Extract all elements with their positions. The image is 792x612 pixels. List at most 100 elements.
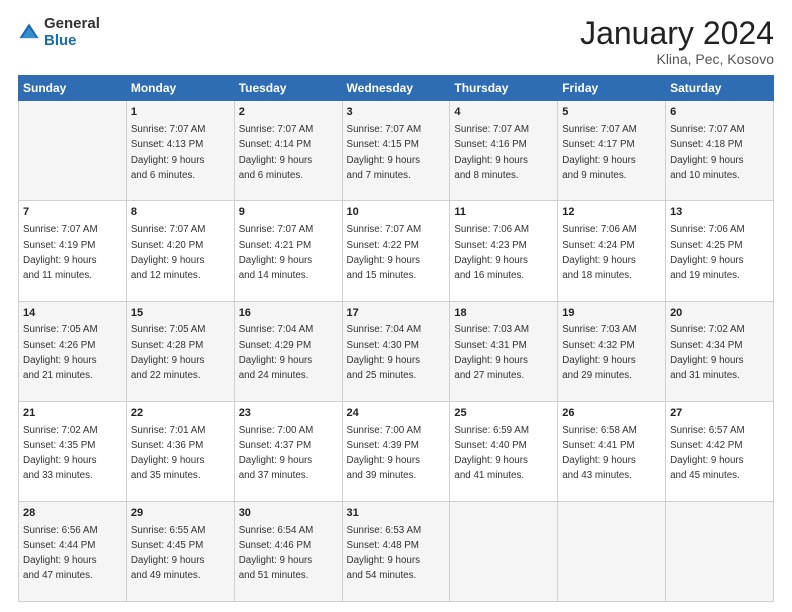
calendar-cell: 19 Sunrise: 7:03 AMSunset: 4:32 PMDayligh… [558, 301, 666, 401]
day-info: Sunrise: 7:01 AMSunset: 4:36 PMDaylight:… [131, 425, 206, 482]
day-info: Sunrise: 7:04 AMSunset: 4:29 PMDaylight:… [239, 324, 314, 381]
calendar-cell [450, 501, 558, 601]
col-saturday: Saturday [666, 76, 774, 101]
logo-text: General Blue [44, 16, 100, 49]
calendar-cell: 6 Sunrise: 7:07 AMSunset: 4:18 PMDaylight… [666, 101, 774, 201]
day-number: 4 [454, 105, 553, 121]
day-number: 7 [23, 205, 122, 221]
day-info: Sunrise: 7:07 AMSunset: 4:17 PMDaylight:… [562, 124, 637, 181]
calendar-cell: 24Sunrise: 7:00 AMSunset: 4:39 PMDayligh… [342, 401, 450, 501]
day-number: 13 [670, 205, 769, 221]
month-title: January 2024 [580, 16, 774, 51]
day-info: Sunrise: 7:06 AMSunset: 4:24 PMDaylight:… [562, 224, 637, 281]
week-row-1: 1 Sunrise: 7:07 AMSunset: 4:13 PMDaylight… [19, 101, 774, 201]
day-info: Sunrise: 7:07 AMSunset: 4:13 PMDaylight:… [131, 124, 206, 181]
day-info: Sunrise: 6:55 AMSunset: 4:45 PMDaylight:… [131, 525, 206, 582]
day-info: Sunrise: 7:07 AMSunset: 4:18 PMDaylight:… [670, 124, 745, 181]
day-number: 30 [239, 506, 338, 522]
day-info: Sunrise: 7:02 AMSunset: 4:35 PMDaylight:… [23, 425, 98, 482]
day-number: 28 [23, 506, 122, 522]
day-number: 22 [131, 406, 230, 422]
calendar-cell: 16Sunrise: 7:04 AMSunset: 4:29 PMDayligh… [234, 301, 342, 401]
calendar-cell: 14 Sunrise: 7:05 AMSunset: 4:26 PMDayligh… [19, 301, 127, 401]
day-number: 15 [131, 306, 230, 322]
day-info: Sunrise: 7:07 AMSunset: 4:15 PMDaylight:… [347, 124, 422, 181]
calendar-cell: 17 Sunrise: 7:04 AMSunset: 4:30 PMDayligh… [342, 301, 450, 401]
day-info: Sunrise: 7:07 AMSunset: 4:14 PMDaylight:… [239, 124, 314, 181]
day-info: Sunrise: 7:04 AMSunset: 4:30 PMDaylight:… [347, 324, 422, 381]
day-info: Sunrise: 6:59 AMSunset: 4:40 PMDaylight:… [454, 425, 529, 482]
calendar-cell: 5 Sunrise: 7:07 AMSunset: 4:17 PMDaylight… [558, 101, 666, 201]
location-subtitle: Klina, Pec, Kosovo [580, 51, 774, 67]
week-row-5: 28 Sunrise: 6:56 AMSunset: 4:44 PMDayligh… [19, 501, 774, 601]
day-number: 23 [239, 406, 338, 422]
calendar-cell: 29 Sunrise: 6:55 AMSunset: 4:45 PMDayligh… [126, 501, 234, 601]
calendar-cell [19, 101, 127, 201]
day-info: Sunrise: 6:53 AMSunset: 4:48 PMDaylight:… [347, 525, 422, 582]
col-friday: Friday [558, 76, 666, 101]
day-number: 5 [562, 105, 661, 121]
page: General Blue January 2024 Klina, Pec, Ko… [0, 0, 792, 612]
title-block: January 2024 Klina, Pec, Kosovo [580, 16, 774, 67]
day-info: Sunrise: 7:07 AMSunset: 4:19 PMDaylight:… [23, 224, 98, 281]
day-number: 27 [670, 406, 769, 422]
header-row: Sunday Monday Tuesday Wednesday Thursday… [19, 76, 774, 101]
day-info: Sunrise: 6:58 AMSunset: 4:41 PMDaylight:… [562, 425, 637, 482]
day-info: Sunrise: 6:56 AMSunset: 4:44 PMDaylight:… [23, 525, 98, 582]
day-number: 31 [347, 506, 446, 522]
day-info: Sunrise: 7:05 AMSunset: 4:26 PMDaylight:… [23, 324, 98, 381]
calendar-cell: 23Sunrise: 7:00 AMSunset: 4:37 PMDayligh… [234, 401, 342, 501]
col-tuesday: Tuesday [234, 76, 342, 101]
day-number: 26 [562, 406, 661, 422]
calendar-cell: 21 Sunrise: 7:02 AMSunset: 4:35 PMDayligh… [19, 401, 127, 501]
day-number: 25 [454, 406, 553, 422]
calendar-cell: 15 Sunrise: 7:05 AMSunset: 4:28 PMDayligh… [126, 301, 234, 401]
day-number: 8 [131, 205, 230, 221]
day-number: 12 [562, 205, 661, 221]
day-info: Sunrise: 7:05 AMSunset: 4:28 PMDaylight:… [131, 324, 206, 381]
day-info: Sunrise: 7:07 AMSunset: 4:16 PMDaylight:… [454, 124, 529, 181]
week-row-3: 14 Sunrise: 7:05 AMSunset: 4:26 PMDayligh… [19, 301, 774, 401]
day-number: 18 [454, 306, 553, 322]
day-number: 14 [23, 306, 122, 322]
day-info: Sunrise: 7:07 AMSunset: 4:21 PMDaylight:… [239, 224, 314, 281]
day-info: Sunrise: 7:03 AMSunset: 4:31 PMDaylight:… [454, 324, 529, 381]
day-info: Sunrise: 7:06 AMSunset: 4:25 PMDaylight:… [670, 224, 745, 281]
calendar-cell: 7 Sunrise: 7:07 AMSunset: 4:19 PMDaylight… [19, 201, 127, 301]
day-info: Sunrise: 7:07 AMSunset: 4:22 PMDaylight:… [347, 224, 422, 281]
week-row-2: 7 Sunrise: 7:07 AMSunset: 4:19 PMDaylight… [19, 201, 774, 301]
calendar-cell: 13 Sunrise: 7:06 AMSunset: 4:25 PMDayligh… [666, 201, 774, 301]
calendar-cell: 3 Sunrise: 7:07 AMSunset: 4:15 PMDaylight… [342, 101, 450, 201]
calendar-cell: 9 Sunrise: 7:07 AMSunset: 4:21 PMDaylight… [234, 201, 342, 301]
calendar-cell [558, 501, 666, 601]
col-thursday: Thursday [450, 76, 558, 101]
calendar-cell: 20Sunrise: 7:02 AMSunset: 4:34 PMDayligh… [666, 301, 774, 401]
day-number: 19 [562, 306, 661, 322]
calendar-cell: 4 Sunrise: 7:07 AMSunset: 4:16 PMDaylight… [450, 101, 558, 201]
day-number: 3 [347, 105, 446, 121]
calendar-cell: 18 Sunrise: 7:03 AMSunset: 4:31 PMDayligh… [450, 301, 558, 401]
week-row-4: 21 Sunrise: 7:02 AMSunset: 4:35 PMDayligh… [19, 401, 774, 501]
day-number: 17 [347, 306, 446, 322]
calendar-cell: 28 Sunrise: 6:56 AMSunset: 4:44 PMDayligh… [19, 501, 127, 601]
col-wednesday: Wednesday [342, 76, 450, 101]
day-number: 6 [670, 105, 769, 121]
calendar-cell: 11Sunrise: 7:06 AMSunset: 4:23 PMDayligh… [450, 201, 558, 301]
day-info: Sunrise: 7:03 AMSunset: 4:32 PMDaylight:… [562, 324, 637, 381]
day-number: 21 [23, 406, 122, 422]
calendar-table: Sunday Monday Tuesday Wednesday Thursday… [18, 75, 774, 602]
calendar-cell: 2 Sunrise: 7:07 AMSunset: 4:14 PMDaylight… [234, 101, 342, 201]
day-number: 10 [347, 205, 446, 221]
day-number: 1 [131, 105, 230, 121]
day-number: 9 [239, 205, 338, 221]
calendar-cell: 27Sunrise: 6:57 AMSunset: 4:42 PMDayligh… [666, 401, 774, 501]
calendar-cell: 30 Sunrise: 6:54 AMSunset: 4:46 PMDayligh… [234, 501, 342, 601]
day-number: 11 [454, 205, 553, 221]
calendar-cell [666, 501, 774, 601]
day-info: Sunrise: 7:02 AMSunset: 4:34 PMDaylight:… [670, 324, 745, 381]
day-number: 29 [131, 506, 230, 522]
col-sunday: Sunday [19, 76, 127, 101]
day-number: 2 [239, 105, 338, 121]
day-info: Sunrise: 6:54 AMSunset: 4:46 PMDaylight:… [239, 525, 314, 582]
day-info: Sunrise: 7:00 AMSunset: 4:39 PMDaylight:… [347, 425, 422, 482]
